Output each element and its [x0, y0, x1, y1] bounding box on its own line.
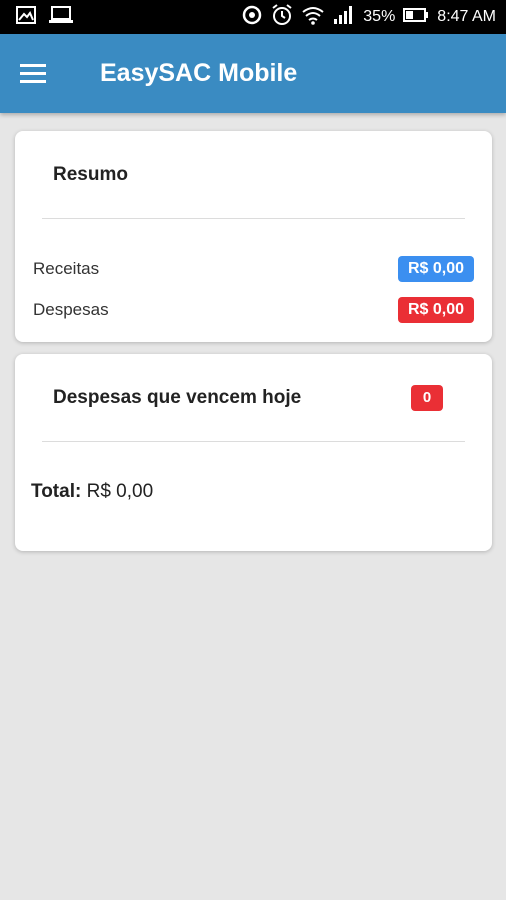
menu-icon	[20, 64, 46, 67]
sync-icon	[241, 4, 263, 31]
resumo-card: Resumo Receitas R$ 0,00 Despesas R$ 0,00	[15, 131, 492, 342]
status-bar-right: 35% 8:47 AM	[241, 3, 496, 31]
signal-icon	[333, 5, 355, 30]
battery-icon	[403, 7, 429, 28]
vencimentos-card: Despesas que vencem hoje 0 Total: R$ 0,0…	[15, 354, 492, 551]
resumo-title: Resumo	[53, 163, 128, 185]
total-line: Total: R$ 0,00	[31, 481, 153, 503]
receitas-row[interactable]: Receitas R$ 0,00	[33, 256, 474, 282]
despesas-badge: R$ 0,00	[397, 297, 474, 323]
vencimentos-title: Despesas que vencem hoje	[53, 386, 302, 408]
receitas-badge: R$ 0,00	[397, 256, 474, 282]
resumo-header: Resumo	[42, 131, 465, 219]
despesas-row[interactable]: Despesas R$ 0,00	[33, 297, 474, 323]
total-value: R$ 0,00	[86, 481, 154, 502]
clock: 8:47 AM	[437, 8, 496, 25]
menu-button[interactable]	[20, 54, 60, 94]
receitas-label: Receitas	[33, 259, 100, 278]
app-bar: EasySAC Mobile	[0, 34, 506, 113]
image-icon	[16, 5, 36, 29]
status-bar: 35% 8:47 AM	[0, 0, 506, 34]
total-label: Total:	[31, 481, 82, 502]
vencimentos-header[interactable]: Despesas que vencem hoje 0	[42, 354, 465, 442]
laptop-icon	[48, 5, 74, 29]
app-title: EasySAC Mobile	[100, 59, 298, 87]
status-bar-left	[16, 5, 74, 29]
despesas-label: Despesas	[33, 300, 109, 319]
alarm-icon	[271, 3, 293, 31]
vencimentos-count-badge: 0	[411, 384, 443, 411]
wifi-icon	[301, 5, 325, 30]
battery-percent: 35%	[363, 8, 396, 25]
